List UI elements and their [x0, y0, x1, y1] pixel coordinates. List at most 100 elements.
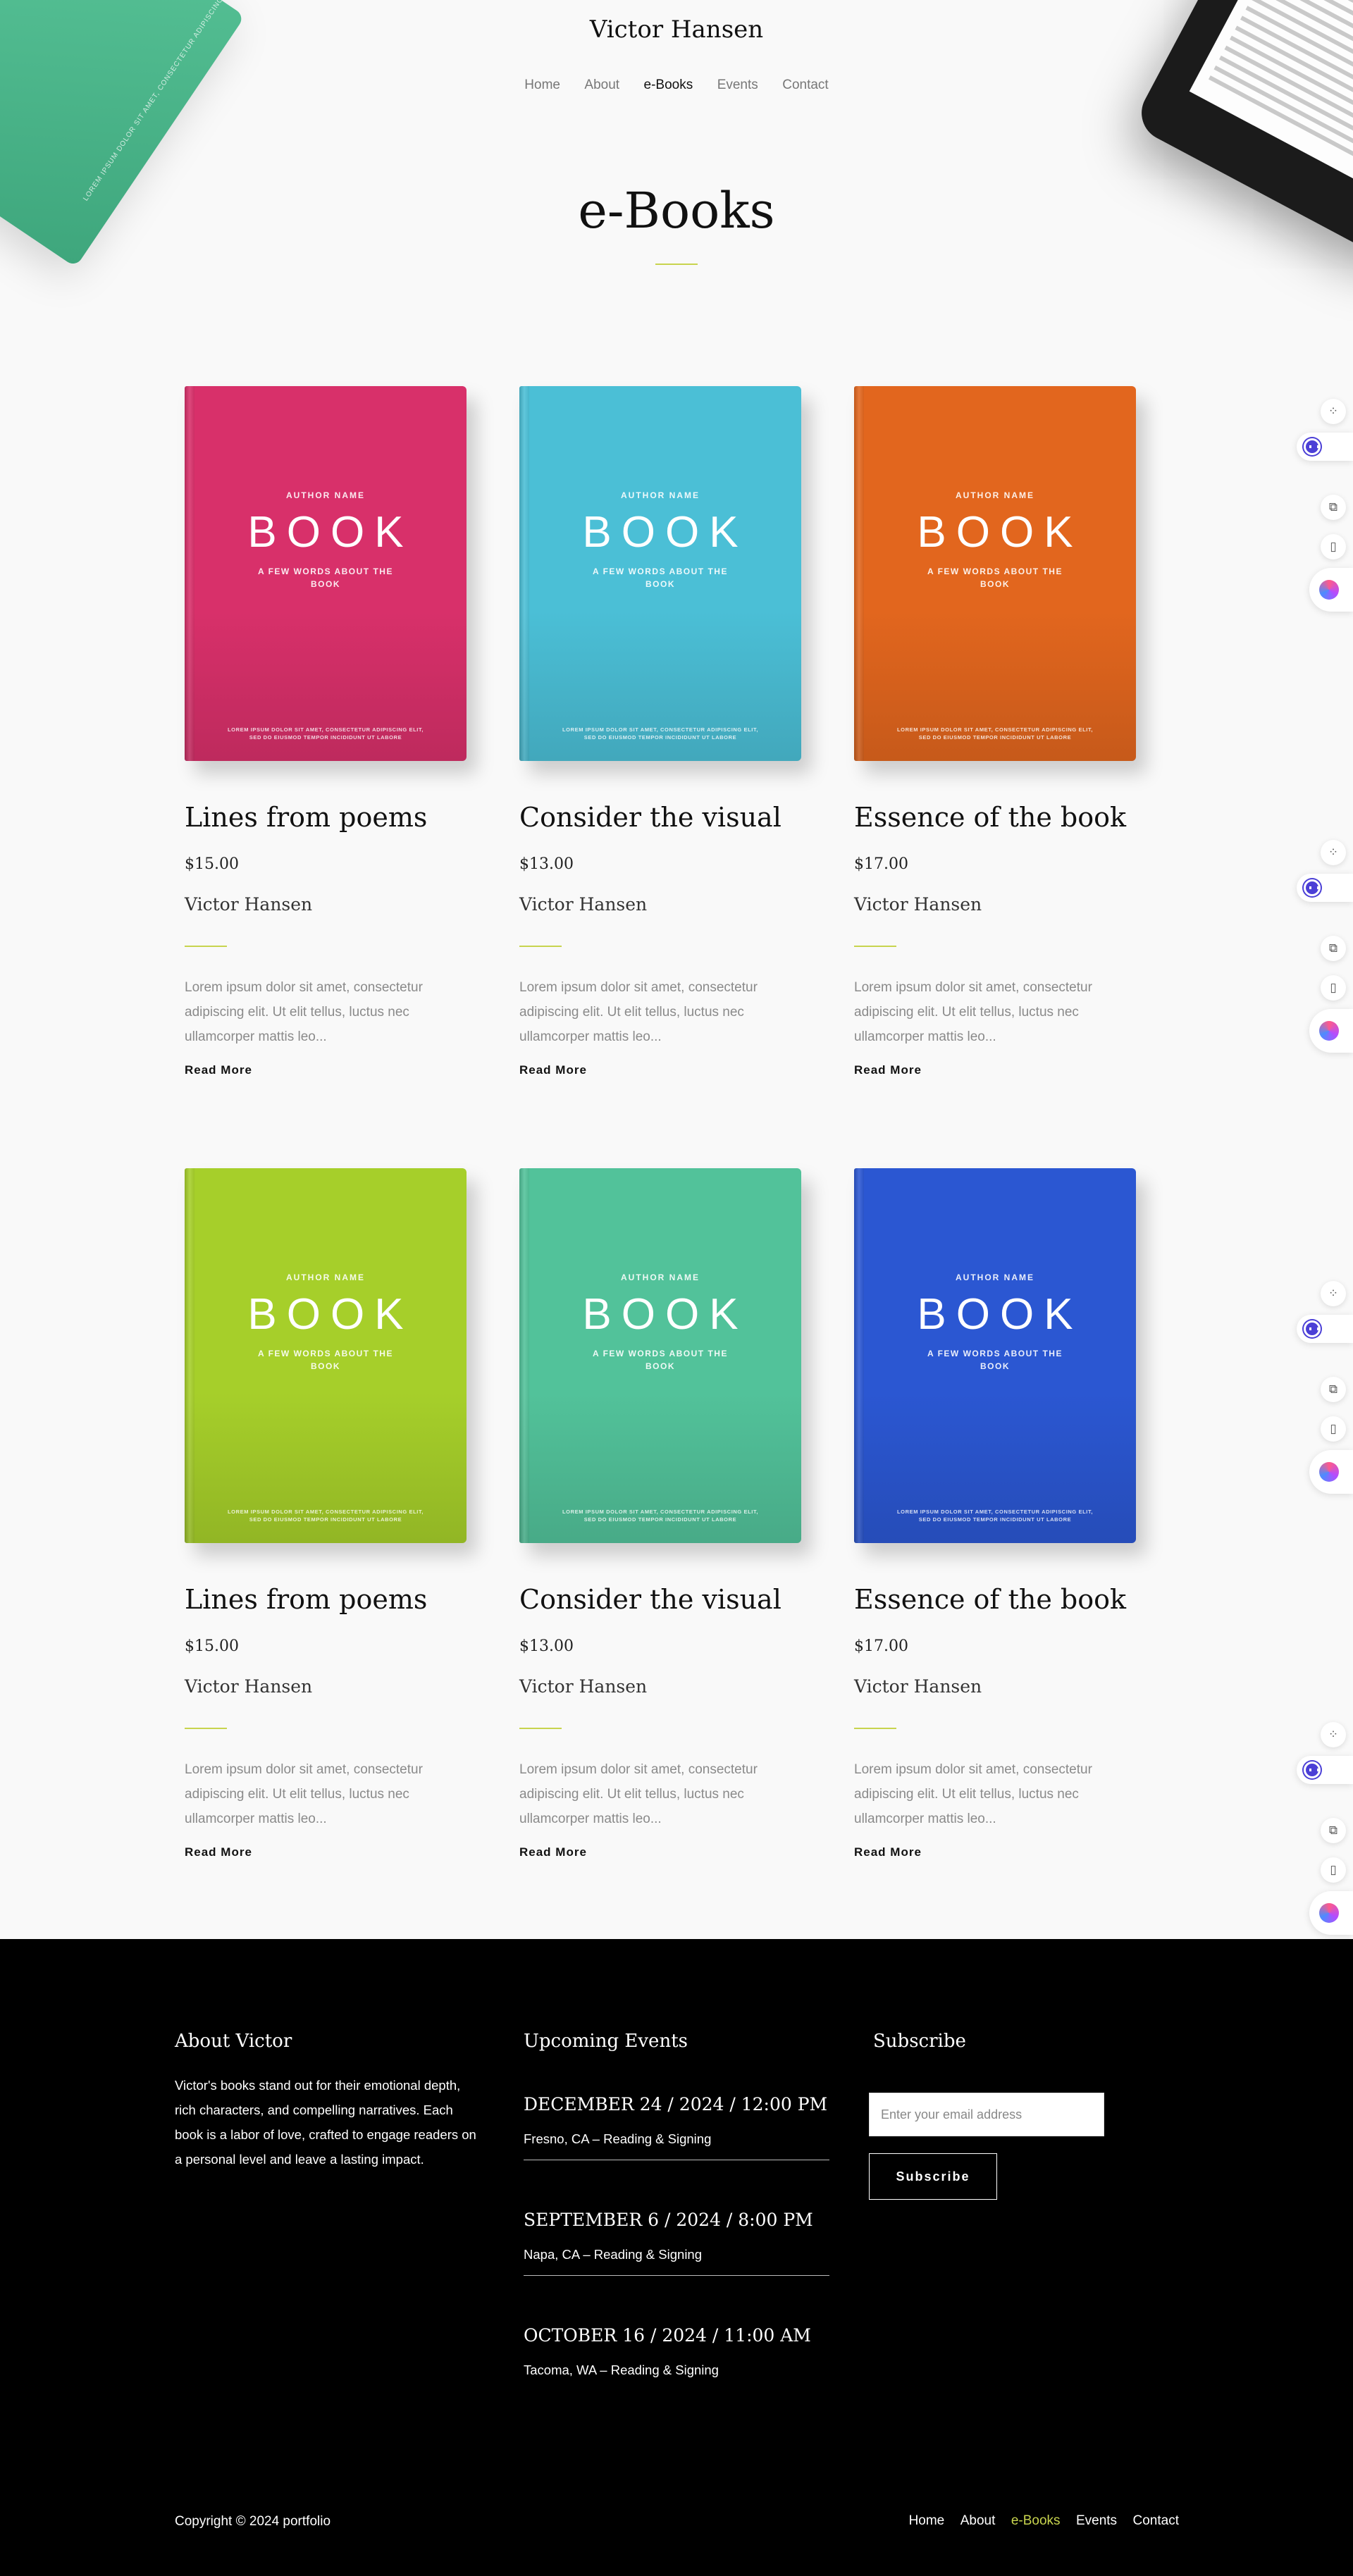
- brain-icon: [1319, 1021, 1339, 1041]
- book-card: AUTHOR NAME BOOK A FEW WORDS ABOUT THE B…: [185, 1168, 467, 1859]
- book-price: $13.00: [519, 1637, 574, 1655]
- brain-icon: [1319, 1462, 1339, 1482]
- read-more-link[interactable]: Read More: [519, 1063, 801, 1077]
- apps-icon[interactable]: ⁘: [1321, 1722, 1346, 1747]
- nav-events[interactable]: Events: [717, 78, 758, 93]
- cover-lorem: LOREM IPSUM DOLOR SIT AMET, CONSECTETUR …: [562, 1509, 759, 1523]
- book-title[interactable]: Consider the visual: [519, 1584, 801, 1615]
- cover-author: AUTHOR NAME: [956, 490, 1034, 500]
- email-input[interactable]: Enter your email address: [869, 2093, 1104, 2136]
- book-title[interactable]: Consider the visual: [519, 802, 801, 833]
- translate-icon[interactable]: ⧉: [1321, 495, 1346, 520]
- book-divider: [854, 1728, 896, 1729]
- book-title[interactable]: Lines from poems: [185, 802, 467, 833]
- ai-brain-button[interactable]: [1309, 568, 1353, 612]
- ai-brain-button[interactable]: [1309, 1009, 1353, 1053]
- footer-nav-events[interactable]: Events: [1076, 2513, 1117, 2528]
- page-title: e-Books: [578, 182, 775, 240]
- cover-subtitle: A FEW WORDS ABOUT THE BOOK: [927, 1349, 1063, 1371]
- book-author: Victor Hansen: [519, 894, 648, 915]
- cover-author: AUTHOR NAME: [621, 490, 700, 500]
- cover-title: BOOK: [917, 1290, 1083, 1339]
- book-icon[interactable]: ▯: [1321, 975, 1346, 1001]
- cover-title: BOOK: [247, 508, 414, 557]
- main-nav: Home About e-Books Events Contact: [0, 78, 1353, 93]
- cover-subtitle: A FEW WORDS ABOUT THE BOOK: [258, 1349, 393, 1371]
- translate-icon[interactable]: ⧉: [1321, 1818, 1346, 1843]
- read-more-link[interactable]: Read More: [854, 1063, 1136, 1077]
- apps-icon[interactable]: ⁘: [1321, 1281, 1346, 1306]
- cover-subtitle: A FEW WORDS ABOUT THE BOOK: [593, 1349, 728, 1371]
- book-description: Lorem ipsum dolor sit amet, consectetur …: [854, 980, 1092, 1044]
- cover-title: BOOK: [247, 1290, 414, 1339]
- book-title[interactable]: Essence of the book: [854, 802, 1136, 833]
- read-more-link[interactable]: Read More: [519, 1845, 801, 1859]
- assistant-face-icon: [1304, 879, 1321, 896]
- assistant-pill[interactable]: [1297, 874, 1353, 902]
- book-icon[interactable]: ▯: [1321, 1857, 1346, 1883]
- assistant-pill[interactable]: [1297, 433, 1353, 461]
- subscribe-button[interactable]: Subscribe: [869, 2153, 997, 2200]
- book-divider: [519, 946, 562, 947]
- footer-subscribe-heading: Subscribe: [873, 2031, 966, 2052]
- book-description: Lorem ipsum dolor sit amet, consectetur …: [519, 980, 758, 1044]
- read-more-link[interactable]: Read More: [854, 1845, 1136, 1859]
- book-cover[interactable]: AUTHOR NAME BOOK A FEW WORDS ABOUT THE B…: [519, 386, 801, 761]
- site-title[interactable]: Victor Hansen: [0, 16, 1353, 44]
- brain-icon: [1319, 1903, 1339, 1923]
- ai-brain-button[interactable]: [1309, 1450, 1353, 1494]
- book-card: AUTHOR NAME BOOK A FEW WORDS ABOUT THE B…: [185, 386, 467, 1077]
- translate-icon[interactable]: ⧉: [1321, 936, 1346, 961]
- nav-ebooks[interactable]: e-Books: [644, 78, 693, 93]
- footer-nav-home[interactable]: Home: [909, 2513, 945, 2528]
- read-more-link[interactable]: Read More: [185, 1063, 467, 1077]
- event-divider: [524, 2275, 829, 2276]
- assistant-pill[interactable]: [1297, 1315, 1353, 1343]
- read-more-link[interactable]: Read More: [185, 1845, 467, 1859]
- cover-subtitle: A FEW WORDS ABOUT THE BOOK: [593, 566, 728, 589]
- book-divider: [185, 1728, 227, 1729]
- footer-events-heading: Upcoming Events: [524, 2031, 688, 2052]
- book-author: Victor Hansen: [185, 894, 313, 915]
- brain-icon: [1319, 580, 1339, 600]
- nav-home[interactable]: Home: [524, 78, 560, 93]
- book-cover[interactable]: AUTHOR NAME BOOK A FEW WORDS ABOUT THE B…: [185, 1168, 467, 1543]
- cover-lorem: LOREM IPSUM DOLOR SIT AMET, CONSECTETUR …: [896, 726, 1094, 741]
- footer-nav-about[interactable]: About: [960, 2513, 996, 2528]
- book-title[interactable]: Lines from poems: [185, 1584, 467, 1615]
- assistant-face-icon: [1304, 438, 1321, 455]
- cover-lorem: LOREM IPSUM DOLOR SIT AMET, CONSECTETUR …: [562, 726, 759, 741]
- book-cover[interactable]: AUTHOR NAME BOOK A FEW WORDS ABOUT THE B…: [854, 1168, 1136, 1543]
- book-cover[interactable]: AUTHOR NAME BOOK A FEW WORDS ABOUT THE B…: [854, 386, 1136, 761]
- footer-nav-contact[interactable]: Contact: [1133, 2513, 1179, 2528]
- book-icon[interactable]: ▯: [1321, 1416, 1346, 1442]
- book-author: Victor Hansen: [185, 1676, 313, 1697]
- book-price: $17.00: [854, 855, 908, 873]
- cover-author: AUTHOR NAME: [286, 490, 365, 500]
- book-cover[interactable]: AUTHOR NAME BOOK A FEW WORDS ABOUT THE B…: [185, 386, 467, 761]
- event-date: OCTOBER 16 / 2024 / 11:00 AM: [524, 2325, 811, 2346]
- book-description: Lorem ipsum dolor sit amet, consectetur …: [519, 1762, 758, 1826]
- footer-about-heading: About Victor: [175, 2031, 292, 2052]
- event-item: DECEMBER 24 / 2024 / 12:00 PM Fresno, CA…: [524, 2094, 829, 2160]
- nav-about[interactable]: About: [584, 78, 619, 93]
- assistant-pill[interactable]: [1297, 1756, 1353, 1784]
- book-divider: [854, 946, 896, 947]
- apps-icon[interactable]: ⁘: [1321, 840, 1346, 865]
- cover-author: AUTHOR NAME: [956, 1272, 1034, 1282]
- book-card: AUTHOR NAME BOOK A FEW WORDS ABOUT THE B…: [854, 1168, 1136, 1859]
- translate-icon[interactable]: ⧉: [1321, 1377, 1346, 1402]
- book-icon[interactable]: ▯: [1321, 534, 1346, 559]
- event-place: Tacoma, WA – Reading & Signing: [524, 2363, 719, 2377]
- copyright: Copyright © 2024 portfolio: [175, 2514, 331, 2529]
- footer-about-text: Victor's books stand out for their emoti…: [175, 2078, 476, 2167]
- nav-contact[interactable]: Contact: [782, 78, 828, 93]
- ai-brain-button[interactable]: [1309, 1891, 1353, 1935]
- footer-nav-ebooks[interactable]: e-Books: [1011, 2513, 1061, 2528]
- book-cover[interactable]: AUTHOR NAME BOOK A FEW WORDS ABOUT THE B…: [519, 1168, 801, 1543]
- book-title[interactable]: Essence of the book: [854, 1584, 1136, 1615]
- apps-icon[interactable]: ⁘: [1321, 399, 1346, 424]
- event-item: SEPTEMBER 6 / 2024 / 8:00 PM Napa, CA – …: [524, 2210, 829, 2276]
- event-date: SEPTEMBER 6 / 2024 / 8:00 PM: [524, 2210, 813, 2230]
- footer-nav: Home About e-Books Events Contact: [896, 2513, 1179, 2529]
